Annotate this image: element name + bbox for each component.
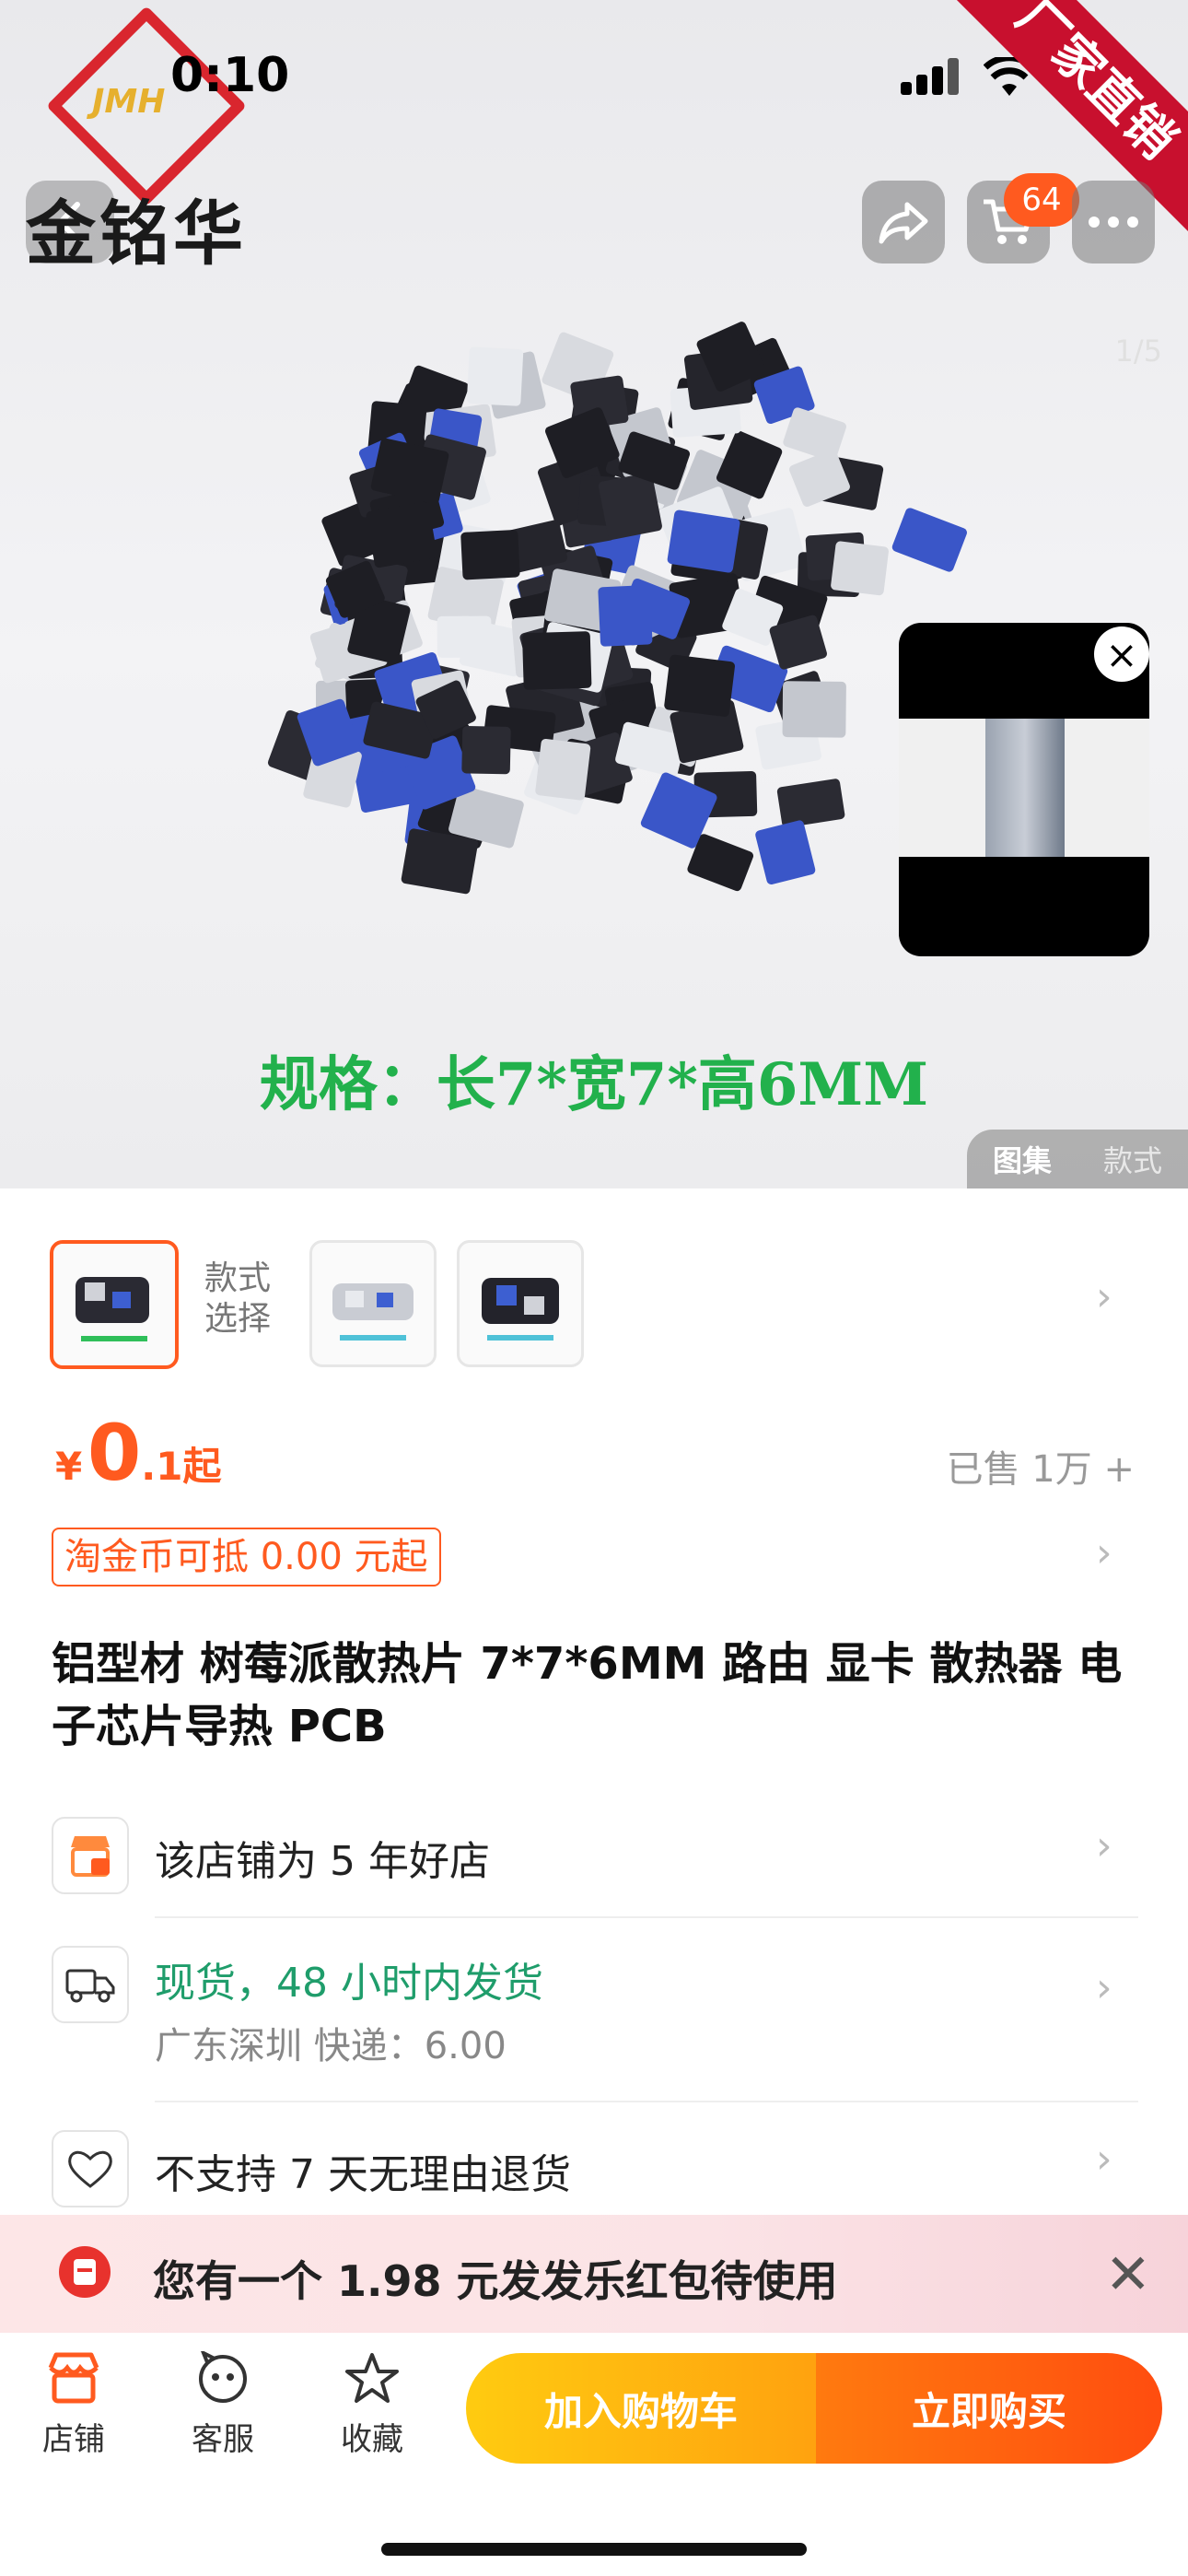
thumbnail-image (76, 1277, 149, 1341)
heart-shield-icon (52, 2130, 129, 2207)
price: ¥ 0.1起 (55, 1408, 221, 1498)
red-packet-icon (59, 2246, 111, 2298)
red-packet-text: 您有一个 1.98 元发发乐红包待使用 (153, 2256, 838, 2306)
star-icon (345, 2353, 399, 2403)
favorite-label: 收藏 (341, 2421, 403, 2458)
heatsink-block (522, 631, 592, 690)
product-title: 铝型材 树莓派散热片 7*7*6MM 路由 显卡 散热器 电子芯片导热 PCB (52, 1638, 1123, 1752)
product-photo (267, 322, 967, 895)
price-suffix: 起 (182, 1444, 222, 1489)
heatsink-block (466, 346, 524, 406)
home-indicator (381, 2543, 807, 2556)
video-close-button[interactable]: × (1094, 626, 1149, 682)
chevron-right-icon: › (1096, 1822, 1112, 1869)
heatsink-block (535, 738, 591, 801)
bottom-action-bar: 店铺 客服 收藏 加入购物车 立即购买 (0, 2333, 1188, 2576)
red-packet-banner[interactable]: 您有一个 1.98 元发发乐红包待使用 ✕ (0, 2215, 1188, 2333)
style-selector: 款式 选择 › (0, 1235, 1188, 1373)
more-button[interactable] (1072, 181, 1155, 263)
currency-symbol: ¥ (55, 1444, 83, 1489)
style-thumbnail-1[interactable] (50, 1240, 179, 1369)
add-to-cart-button[interactable]: 加入购物车 (466, 2353, 816, 2464)
status-time: 0:10 (170, 48, 290, 103)
heatsink-block (461, 725, 511, 775)
shipping-row[interactable]: 现货，48 小时内发货 广东深圳 快递：6.00 › (52, 1946, 1138, 2067)
heatsink-block (755, 820, 816, 885)
share-button[interactable] (862, 181, 945, 263)
shipping-status: 现货，48 小时内发货 (155, 1960, 543, 2007)
heatsink-block (664, 654, 735, 717)
heatsink-block (460, 530, 520, 580)
chevron-right-icon[interactable]: › (1096, 1529, 1112, 1576)
store-nav-button[interactable]: 店铺 (18, 2351, 129, 2459)
divider (155, 1916, 1138, 1918)
thumbnail-image (332, 1283, 413, 1341)
store-rating-text: 该店铺为 5 年好店 (155, 1838, 490, 1885)
shipping-origin-fee: 广东深圳 快递：6.00 (155, 2025, 507, 2067)
heatsink-block (782, 681, 846, 738)
style-thumbnail-2[interactable] (309, 1240, 437, 1367)
price-integer: 0 (87, 1408, 142, 1498)
service-label: 客服 (192, 2421, 254, 2458)
sold-count: 已售 1万 + (946, 1448, 1135, 1491)
brand-logo-initials: JMH (92, 83, 166, 121)
store-nav-label: 店铺 (42, 2421, 105, 2458)
store-rating-row[interactable]: 该店铺为 5 年好店 › (52, 1817, 1138, 1894)
cart-count-badge: 64 (1004, 173, 1079, 227)
chevron-right-icon: › (1096, 2136, 1112, 2183)
heatsink-block (667, 509, 740, 573)
tab-styles[interactable]: 款式 (1103, 1138, 1162, 1180)
coin-discount-tag[interactable]: 淘金币可抵 0.00 元起 (52, 1528, 441, 1587)
heatsink-block (598, 585, 653, 647)
brand-logo-text: 金铭华 (26, 193, 247, 275)
tab-gallery[interactable]: 图集 (993, 1138, 1052, 1180)
signal-icon (901, 58, 959, 95)
buy-now-button[interactable]: 立即购买 (816, 2353, 1162, 2464)
customer-service-button[interactable]: 客服 (168, 2348, 278, 2459)
share-icon (879, 202, 928, 244)
returns-policy-text: 不支持 7 天无理由退货 (155, 2151, 571, 2198)
favorite-button[interactable]: 收藏 (317, 2351, 427, 2459)
heatsink-block (831, 541, 889, 596)
close-icon: × (1105, 631, 1138, 677)
heatsink-block (366, 501, 437, 568)
returns-row[interactable]: 不支持 7 天无理由退货 › (52, 2130, 1138, 2207)
chevron-right-icon: › (1096, 1964, 1112, 2011)
divider (155, 2101, 1138, 2102)
heatsink-block (401, 828, 479, 895)
store-icon (48, 2352, 99, 2404)
heatsink-block (776, 779, 845, 828)
truck-icon (52, 1946, 129, 2023)
thumbnail-image (482, 1278, 559, 1341)
video-thumbnail (985, 719, 1065, 857)
heatsink-block (891, 508, 967, 572)
style-select-label[interactable]: 款式 选择 (204, 1259, 271, 1340)
style-thumbnail-3[interactable] (457, 1240, 584, 1367)
more-icon (1089, 217, 1138, 228)
spec-caption: 规格：长7*宽7*高6MM (259, 1050, 929, 1119)
chevron-right-icon[interactable]: › (1096, 1273, 1112, 1320)
heatsink-block (437, 615, 492, 658)
product-image-carousel[interactable]: 规格：长7*宽7*高6MM JMH 0:10 93 厂家直销 金铭华 (0, 0, 1188, 1188)
gallery-tabs: 图集 款式 (967, 1130, 1188, 1188)
service-face-icon (199, 2348, 247, 2403)
store-icon (52, 1817, 129, 1894)
close-icon[interactable]: ✕ (1105, 2242, 1151, 2307)
price-decimal: .1 (141, 1444, 183, 1489)
image-index: 1/5 (1114, 334, 1163, 369)
